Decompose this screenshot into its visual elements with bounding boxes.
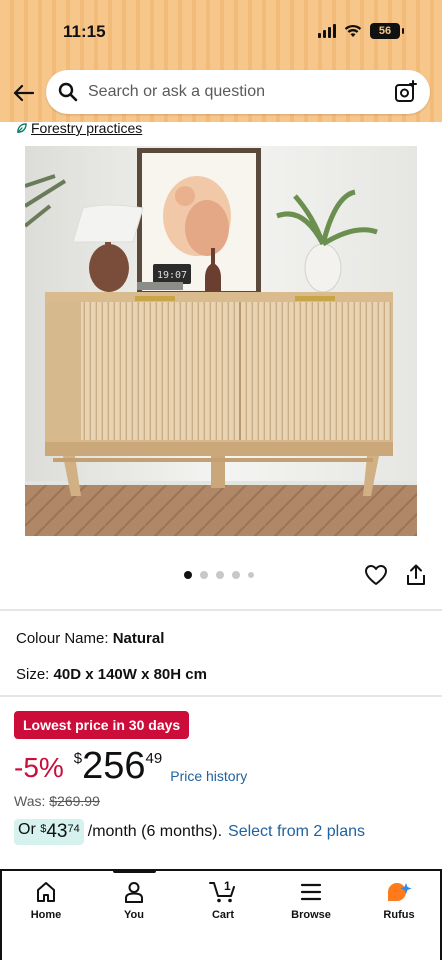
cart-count: 1 xyxy=(224,879,231,893)
back-button[interactable] xyxy=(10,80,36,106)
carousel-dot[interactable] xyxy=(216,571,224,579)
product-image[interactable]: 19:07 xyxy=(25,146,417,536)
deal-badge: Lowest price in 30 days xyxy=(14,711,190,739)
battery-indicator: 56 xyxy=(370,23,404,39)
price-fraction: 49 xyxy=(145,750,163,767)
heart-icon[interactable] xyxy=(364,564,388,586)
price-whole: 256 xyxy=(82,745,146,787)
search-icon xyxy=(58,82,78,102)
carousel-dot[interactable] xyxy=(184,571,192,579)
colour-value: Natural xyxy=(112,630,165,647)
wifi-icon xyxy=(344,24,362,37)
was-label: Was: xyxy=(14,793,46,809)
select-plans-link[interactable]: Select from 2 plans xyxy=(228,823,365,841)
price-row: -5% $ 256 49 Price history xyxy=(14,744,247,792)
forestry-link[interactable]: Forestry practices xyxy=(31,120,142,136)
back-arrow-icon xyxy=(13,84,34,102)
nav-you[interactable]: You xyxy=(104,881,164,921)
status-time: 11:15 xyxy=(63,22,106,41)
rufus-icon xyxy=(388,883,412,901)
section-divider xyxy=(0,695,442,697)
home-icon xyxy=(37,882,55,902)
nav-cart[interactable]: 1 Cart xyxy=(193,879,253,921)
size-row: Size: 40D x 140W x 80H cm xyxy=(16,666,207,683)
image-carousel-dots[interactable] xyxy=(184,571,254,579)
user-icon xyxy=(125,882,143,903)
camera-lens-icon[interactable] xyxy=(394,80,418,104)
colour-row: Colour Name: Natural xyxy=(16,630,164,647)
forestry-badge[interactable]: Forestry practices xyxy=(16,120,142,136)
nav-home[interactable]: Home xyxy=(16,881,76,921)
section-divider xyxy=(0,609,442,611)
status-bar: 11:15 56 xyxy=(0,0,442,64)
price-history-link[interactable]: Price history xyxy=(170,768,247,784)
share-icon[interactable] xyxy=(405,564,427,586)
was-value: $269.99 xyxy=(49,793,100,809)
installment-whole: 43 xyxy=(46,821,68,842)
nav-browse[interactable]: Browse xyxy=(281,881,341,921)
size-value: 40D x 140W x 80H cm xyxy=(53,666,207,683)
nav-cart-label: Cart xyxy=(211,909,234,921)
nav-home-label: Home xyxy=(30,909,62,921)
price-currency: $ xyxy=(73,750,83,767)
installment-row: Or $ 43 74 /month (6 months). Select fro… xyxy=(14,819,365,845)
menu-icon xyxy=(300,883,322,901)
search-input[interactable] xyxy=(88,83,394,101)
sideboard-photo: 19:07 xyxy=(25,146,417,536)
cart-icon xyxy=(209,882,235,903)
size-label: Size: xyxy=(16,666,50,683)
nav-you-label: You xyxy=(124,909,144,921)
active-tab-indicator xyxy=(113,869,156,873)
installment-amount: Or $ 43 74 xyxy=(14,819,84,845)
bottom-navigation: Home You 1 Cart Browse Rufus xyxy=(0,869,442,960)
was-price: Was: $269.99 xyxy=(14,793,100,809)
nav-browse-label: Browse xyxy=(291,909,331,921)
installment-fraction: 74 xyxy=(67,823,80,835)
status-icons: 56 xyxy=(318,23,404,39)
installment-prefix: Or xyxy=(18,821,36,838)
signal-icon xyxy=(318,24,336,38)
nav-rufus-label: Rufus xyxy=(383,909,415,921)
search-bar[interactable] xyxy=(46,70,430,114)
carousel-dot[interactable] xyxy=(200,571,208,579)
colour-label: Colour Name: xyxy=(16,630,109,647)
top-header: 11:15 56 xyxy=(0,0,442,122)
carousel-dot[interactable] xyxy=(248,572,254,578)
leaf-icon xyxy=(17,122,27,133)
nav-rufus[interactable]: Rufus xyxy=(369,881,429,921)
discount-percent: -5% xyxy=(14,752,64,783)
carousel-dot[interactable] xyxy=(232,571,240,579)
installment-suffix: /month (6 months). xyxy=(87,823,223,840)
svg-text:19:07: 19:07 xyxy=(157,270,187,281)
